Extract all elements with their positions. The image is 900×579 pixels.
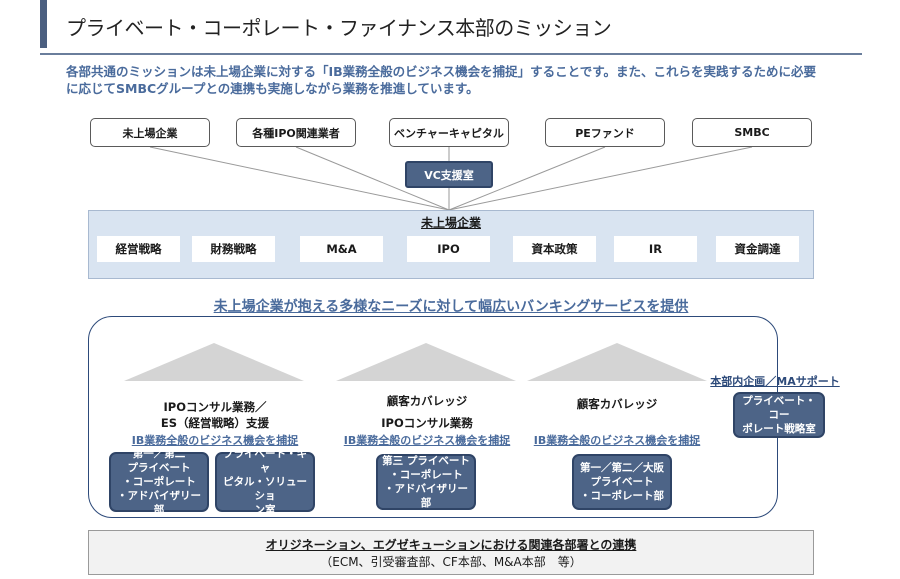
group-2-service-line-1: 顧客カバレッジ bbox=[386, 394, 468, 408]
group-1-capture: IB業務全般のビジネス機会を捕捉 bbox=[131, 434, 299, 447]
need-fund-raising: 資金調達 bbox=[716, 236, 799, 262]
stakeholder-venture-capital: ベンチャーキャピタル bbox=[389, 118, 509, 147]
service-banner: 未上場企業が抱える多様なニーズに対して幅広いバンキングサービスを提供 bbox=[213, 299, 689, 315]
group-2-service-line-2: IPOコンサル業務 bbox=[381, 416, 473, 430]
group-1-service-line-2: ES（経営戦略）支援 bbox=[160, 416, 270, 430]
stakeholder-smbc: SMBC bbox=[692, 118, 812, 147]
stakeholder-ipo-vendors: 各種IPO関連業者 bbox=[236, 118, 356, 147]
need-ma: M&A bbox=[300, 236, 383, 262]
connector-stakeholder-5 bbox=[448, 146, 753, 211]
dept-pca-1-2: 第一／第二 プライベート ・コーポレート ・アドバイザリー部 bbox=[109, 448, 209, 516]
client-band-title: 未上場企業 bbox=[420, 216, 481, 230]
dept-pca-3: 第三 プライベート ・コーポレート ・アドバイザリー部 bbox=[376, 454, 476, 510]
group-1-service-line-1: IPOコンサル業務／ bbox=[163, 400, 267, 414]
group-3-service-line-1: 顧客カバレッジ bbox=[576, 397, 658, 411]
dept-pc-strategy-office: プライベート・コー ポレート戦略室 bbox=[733, 392, 825, 438]
group-2-services: 顧客カバレッジ IPOコンサル業務 bbox=[327, 390, 527, 434]
vc-support-office: VC支援室 bbox=[405, 161, 493, 188]
need-ipo: IPO bbox=[407, 236, 490, 262]
need-capital-policy: 資本政策 bbox=[513, 236, 596, 262]
side-label: 本部内企画／MAサポート bbox=[710, 375, 840, 388]
group-1-services: IPOコンサル業務／ ES（経営戦略）支援 bbox=[115, 399, 315, 431]
stakeholder-unlisted-companies: 未上場企業 bbox=[90, 118, 210, 147]
group-3-triangle bbox=[527, 343, 707, 381]
need-ir: IR bbox=[614, 236, 697, 262]
group-2-triangle bbox=[336, 343, 516, 381]
group-3-capture: IB業務全般のビジネス機会を捕捉 bbox=[533, 434, 701, 447]
dept-private-capital-solution: プライベート・キャ ピタル・ソリューショ ン室 bbox=[215, 448, 315, 516]
dept-pc-1-2-osaka: 第一／第二／大阪 プライベート ・コーポレート部 bbox=[572, 454, 672, 510]
need-financial-strategy: 財務戦略 bbox=[192, 236, 275, 262]
collaboration-title: オリジネーション、エグゼキューションにおける関連各部署との連携 bbox=[265, 538, 637, 552]
group-2-capture: IB業務全般のビジネス機会を捕捉 bbox=[343, 434, 511, 447]
group-1-triangle bbox=[124, 343, 304, 381]
collaboration-subtitle: （ECM、引受審査部、CF本部、M&A本部 等） bbox=[320, 555, 582, 569]
group-3-services: 顧客カバレッジ bbox=[517, 396, 717, 412]
need-management-strategy: 経営戦略 bbox=[97, 236, 180, 262]
stakeholder-pe-fund: PEファンド bbox=[545, 118, 665, 147]
